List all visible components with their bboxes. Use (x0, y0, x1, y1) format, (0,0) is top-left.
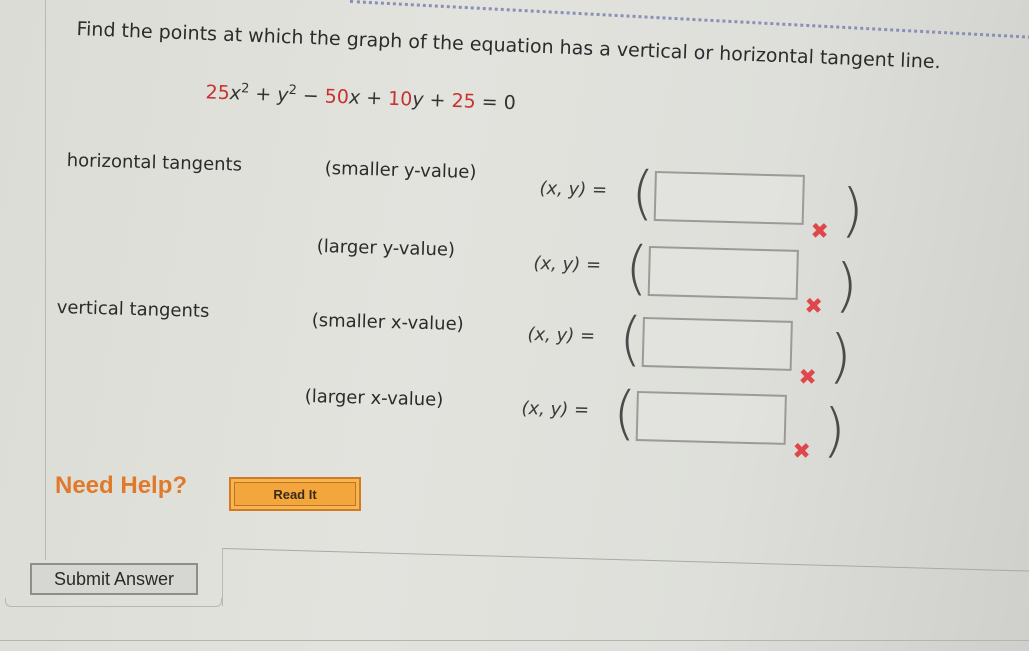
need-help-label: Need Help? (55, 472, 188, 499)
eq-var-y: y (276, 83, 289, 107)
eq-rhs: = 0 (475, 90, 517, 115)
read-it-button[interactable]: Read It (229, 477, 361, 511)
close-paren: ) (840, 175, 865, 245)
answer-row-larger-x: (x, y) = ( ✖ ) (520, 378, 862, 477)
open-paren: ( (618, 304, 643, 373)
answer-input-larger-x[interactable] (635, 391, 787, 445)
eq-op: − (296, 84, 326, 108)
page-divider (0, 640, 1029, 641)
row-label: (larger x-value) (304, 386, 444, 411)
open-paren: ( (612, 378, 637, 447)
eq-coef-1: 25 (205, 81, 231, 105)
eq-const: 25 (451, 89, 477, 113)
eq-var-x: x (348, 86, 361, 109)
separator-line (222, 548, 223, 606)
eq-coef-3: 50 (324, 85, 350, 109)
row-label: (larger y-value) (316, 236, 456, 261)
open-paren: ( (630, 158, 655, 227)
horizontal-tangents-label: horizontal tangents (66, 150, 243, 176)
eq-op: + (248, 82, 278, 106)
incorrect-x-icon: ✖ (792, 439, 812, 465)
row-label: (smaller y-value) (324, 158, 477, 183)
panel-border (45, 0, 46, 560)
xy-label: (x, y) = (527, 323, 596, 347)
incorrect-x-icon: ✖ (810, 219, 830, 245)
xy-label: (x, y) = (533, 252, 602, 276)
eq-op: + (359, 86, 389, 110)
eq-op: + (423, 88, 452, 112)
panel-border (5, 598, 222, 607)
xy-label: (x, y) = (539, 177, 608, 201)
incorrect-x-icon: ✖ (798, 365, 818, 391)
separator-line (221, 548, 1029, 572)
incorrect-x-icon: ✖ (804, 294, 824, 320)
answer-input-larger-y[interactable] (647, 246, 799, 300)
close-paren: ) (834, 250, 859, 320)
xy-label: (x, y) = (521, 397, 590, 421)
row-label: (smaller x-value) (311, 310, 464, 335)
close-paren: ) (822, 395, 847, 465)
vertical-tangents-label: vertical tangents (56, 297, 210, 322)
eq-coef-4: 10 (387, 87, 413, 111)
close-paren: ) (828, 321, 853, 391)
answer-input-smaller-x[interactable] (641, 317, 793, 371)
answer-input-smaller-y[interactable] (653, 171, 805, 225)
open-paren: ( (624, 233, 649, 302)
equation: 25x2 + y2 − 50x + 10y + 25 = 0 (205, 80, 516, 114)
submit-answer-button[interactable]: Submit Answer (30, 563, 198, 595)
